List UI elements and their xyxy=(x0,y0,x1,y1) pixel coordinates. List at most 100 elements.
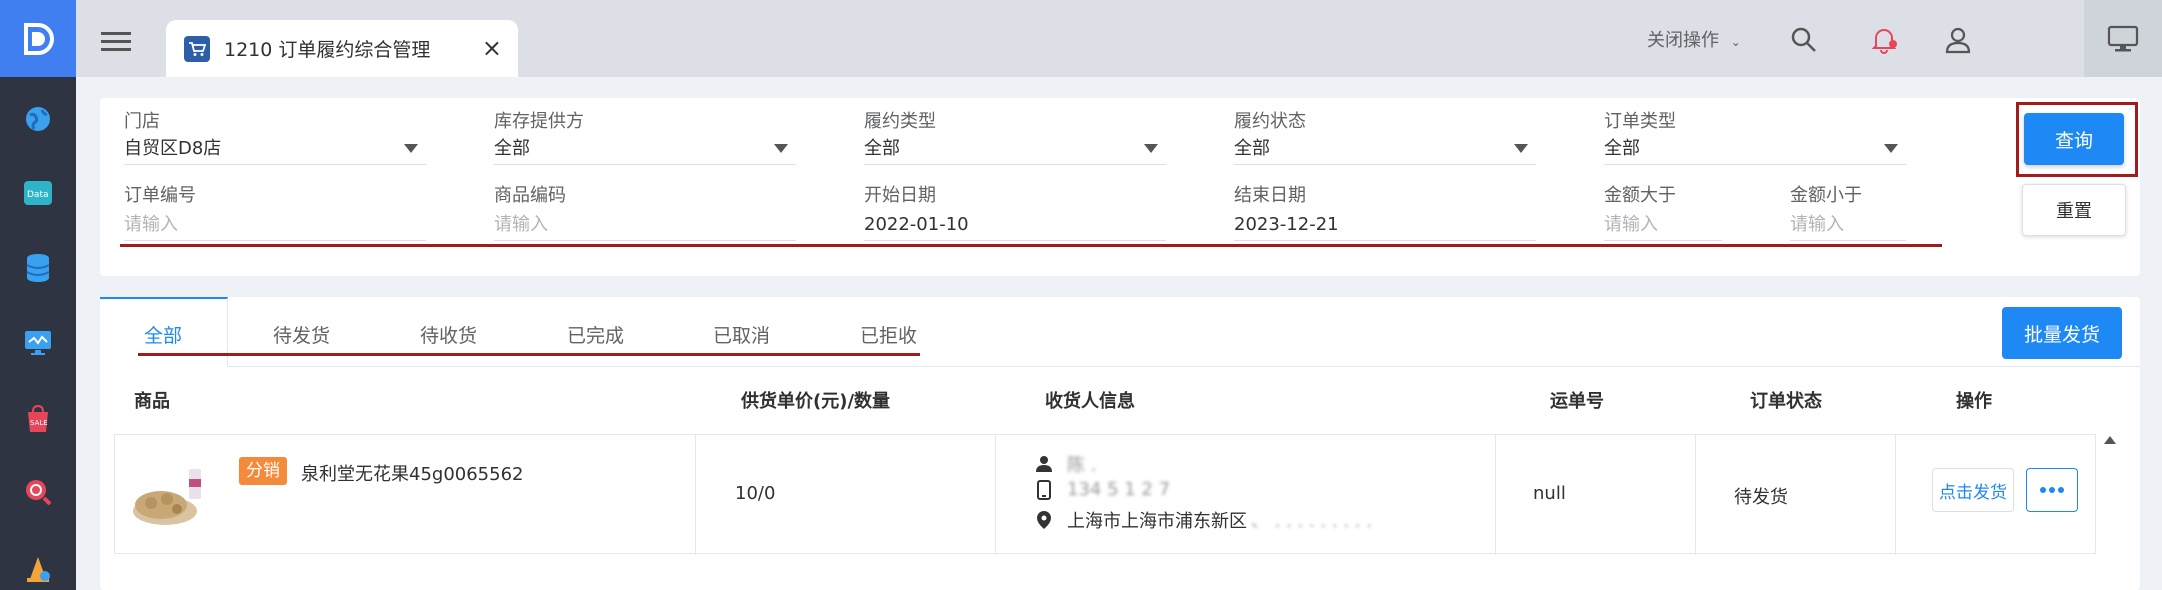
annotation-underline xyxy=(120,244,1942,247)
filter-panel: 门店 自贸区D8店 库存提供方 全部 履约类型 全部 履约状态 全部 订单类型 … xyxy=(100,98,2140,276)
sale-icon[interactable]: SALE xyxy=(13,394,63,444)
sidebar: Data SALE xyxy=(0,0,76,590)
tab-order-fulfillment[interactable]: 1210 订单履约综合管理 × xyxy=(166,20,518,77)
recipient-name-line: 陈 . xyxy=(1035,451,1096,477)
fulfill-status-value: 全部 xyxy=(1234,138,1270,159)
status-tabs: 全部 待发货 待收货 已完成 已取消 已拒收 批量发货 xyxy=(100,297,2140,367)
close-tab-icon[interactable]: × xyxy=(482,34,502,62)
svg-text:Data: Data xyxy=(27,190,49,200)
sku-label: 商品编码 xyxy=(494,185,566,206)
recipient-phone-line: 134 5 1 2 7 xyxy=(1035,479,1170,500)
col-product: 商品 xyxy=(134,391,170,412)
batch-ship-button[interactable]: 批量发货 xyxy=(2002,307,2122,359)
order-status: 待发货 xyxy=(1734,487,1788,508)
recipient-phone: 134 5 1 2 7 xyxy=(1067,479,1171,500)
col-actions: 操作 xyxy=(1956,391,1992,412)
tab-pending-ship[interactable]: 待发货 xyxy=(273,321,330,348)
reset-button[interactable]: 重置 xyxy=(2022,184,2126,236)
hamburger-menu-icon[interactable] xyxy=(96,22,136,62)
fulfill-status-select[interactable]: 履约状态 全部 xyxy=(1234,110,1536,165)
recipient-address-redacted: 、 . . . . . . . . . xyxy=(1251,511,1372,532)
orders-panel: 全部 待发货 待收货 已完成 已取消 已拒收 批量发货 商品 供货单价(元)/数… xyxy=(100,297,2140,590)
table-header: 商品 供货单价(元)/数量 收货人信息 运单号 订单状态 操作 xyxy=(114,377,2116,425)
notification-bell-icon[interactable] xyxy=(1866,22,1902,58)
database-icon[interactable] xyxy=(13,243,63,293)
col-status: 订单状态 xyxy=(1750,391,1822,412)
cone-icon[interactable] xyxy=(13,544,63,590)
order-no-placeholder: 请输入 xyxy=(124,214,178,235)
caret-down-icon xyxy=(774,144,788,153)
location-pin-icon xyxy=(1037,511,1051,529)
annotation-underline xyxy=(138,353,920,356)
sku-placeholder: 请输入 xyxy=(494,214,548,235)
fulfill-type-label: 履约类型 xyxy=(864,111,936,132)
end-date-label: 结束日期 xyxy=(1234,185,1306,206)
amount-max-label: 金额小于 xyxy=(1790,185,1862,206)
end-date-field[interactable]: 结束日期 2023-12-21 xyxy=(1234,184,1536,241)
order-type-label: 订单类型 xyxy=(1604,111,1676,132)
amount-max-placeholder: 请输入 xyxy=(1790,214,1844,235)
monitor-chart-icon[interactable] xyxy=(13,318,63,368)
tab-title: 1210 订单履约综合管理 xyxy=(224,39,431,61)
distribution-badge: 分销 xyxy=(239,457,287,485)
app-root: Data SALE 1210 订单履约综合管理 × 关闭操作 ⌄ 门店 自贸区D… xyxy=(0,0,2162,590)
start-date-value: 2022-01-10 xyxy=(864,214,969,235)
amount-min-placeholder: 请输入 xyxy=(1604,214,1658,235)
svg-text:SALE: SALE xyxy=(30,419,48,427)
cart-icon xyxy=(184,35,210,62)
tab-all[interactable]: 全部 xyxy=(144,321,182,348)
supplier-value: 全部 xyxy=(494,138,530,159)
user-icon[interactable] xyxy=(1940,22,1976,58)
person-icon xyxy=(1036,456,1052,472)
start-date-label: 开始日期 xyxy=(864,185,936,206)
tab-cancelled[interactable]: 已取消 xyxy=(713,321,770,348)
sku-field[interactable]: 商品编码 请输入 xyxy=(494,184,796,241)
store-select[interactable]: 门店 自贸区D8店 xyxy=(124,110,426,165)
end-date-value: 2023-12-21 xyxy=(1234,214,1339,235)
more-actions-button[interactable] xyxy=(2026,468,2078,512)
price-qty: 10/0 xyxy=(735,483,776,504)
product-name: 泉利堂无花果45g0065562 xyxy=(301,464,524,485)
search-icon[interactable] xyxy=(1786,22,1822,58)
start-date-field[interactable]: 开始日期 2022-01-10 xyxy=(864,184,1166,241)
scroll-up-arrow-icon[interactable] xyxy=(2104,436,2116,444)
tab-rejected[interactable]: 已拒收 xyxy=(860,321,917,348)
close-operations-label: 关闭操作 xyxy=(1647,30,1719,51)
table-row: 分销 泉利堂无花果45g0065562 10/0 陈 . 134 5 1 2 7… xyxy=(114,434,2096,555)
fulfill-status-label: 履约状态 xyxy=(1234,111,1306,132)
amount-min-label: 金额大于 xyxy=(1604,185,1676,206)
order-no-field[interactable]: 订单编号 请输入 xyxy=(124,184,426,241)
close-operations-dropdown[interactable]: 关闭操作 ⌄ xyxy=(1647,26,1741,52)
globe-icon[interactable] xyxy=(13,94,63,144)
amount-max-field[interactable]: 金额小于 请输入 xyxy=(1790,184,1906,241)
phone-icon xyxy=(1037,479,1051,500)
fulfill-type-select[interactable]: 履约类型 全部 xyxy=(864,110,1166,165)
monitor-icon[interactable] xyxy=(2084,0,2162,77)
data-icon[interactable]: Data xyxy=(13,168,63,218)
order-type-select[interactable]: 订单类型 全部 xyxy=(1604,110,1906,165)
amount-min-field[interactable]: 金额大于 请输入 xyxy=(1604,184,1722,241)
col-recipient: 收货人信息 xyxy=(1045,391,1135,412)
supplier-label: 库存提供方 xyxy=(494,111,584,132)
store-label: 门店 xyxy=(124,111,160,132)
recipient-address-line: 上海市上海市浦东新区 、 . . . . . . . . . xyxy=(1035,507,1372,533)
app-logo[interactable] xyxy=(0,0,76,77)
fulfill-type-value: 全部 xyxy=(864,138,900,159)
supplier-select[interactable]: 库存提供方 全部 xyxy=(494,110,796,165)
search-report-icon[interactable] xyxy=(13,467,63,517)
caret-down-icon xyxy=(1144,144,1158,153)
waybill-no: null xyxy=(1533,483,1566,504)
tab-completed[interactable]: 已完成 xyxy=(567,321,624,348)
query-button[interactable]: 查询 xyxy=(2024,113,2124,165)
tab-pending-receive[interactable]: 待收货 xyxy=(420,321,477,348)
product-thumbnail[interactable] xyxy=(131,461,207,531)
ship-button[interactable]: 点击发货 xyxy=(1932,468,2014,512)
caret-down-icon xyxy=(1884,144,1898,153)
chevron-down-icon: ⌄ xyxy=(1730,35,1741,49)
store-value: 自贸区D8店 xyxy=(124,138,222,159)
order-type-value: 全部 xyxy=(1604,138,1640,159)
more-dots-icon xyxy=(2040,487,2064,493)
recipient-address: 上海市上海市浦东新区 xyxy=(1067,511,1247,532)
col-price-qty: 供货单价(元)/数量 xyxy=(741,391,891,412)
caret-down-icon xyxy=(1514,144,1528,153)
